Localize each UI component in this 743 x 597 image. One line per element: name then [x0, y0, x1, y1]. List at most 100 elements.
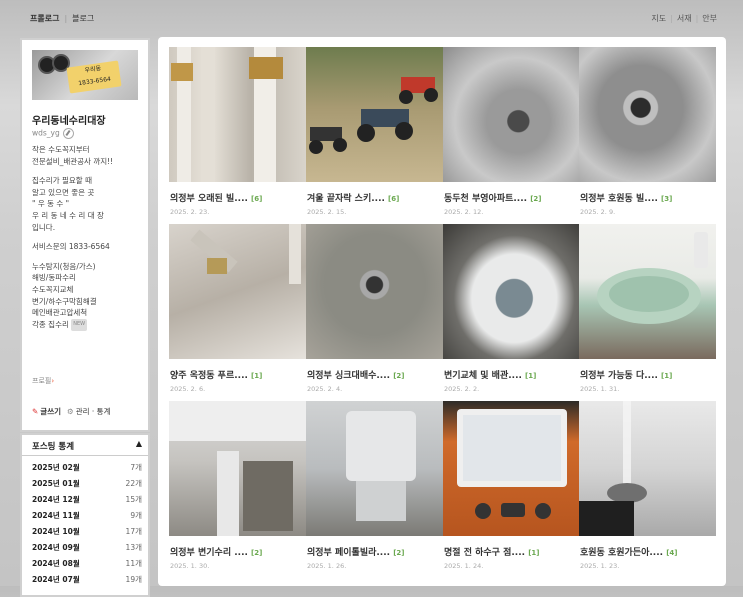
- post-thumbnail[interactable]: [306, 401, 443, 536]
- blog-menu: 프롤로그 | 블로그: [30, 13, 94, 24]
- toilet-tank-image: [169, 401, 306, 536]
- post-thumbnail[interactable]: [306, 224, 443, 359]
- blog-tab[interactable]: 블로그: [72, 14, 94, 23]
- post-card[interactable]: 겨울 끝자락 스키.... [6] 2025. 2. 15.: [306, 47, 443, 222]
- intro-line: 변기/하수구막힘해결: [32, 296, 97, 306]
- post-title: 의정부 호원동 빌....: [580, 194, 658, 204]
- stats-row[interactable]: 2024년 08월 11개: [32, 558, 142, 574]
- rc-car-image: [309, 77, 438, 154]
- pen-icon: ✎: [32, 407, 39, 416]
- post-thumbnail[interactable]: [306, 47, 443, 182]
- write-manage-row: ✎ 글쓰기 ⚙ 관리 · 통계: [32, 406, 111, 417]
- post-thumbnail[interactable]: [169, 47, 306, 182]
- post-card[interactable]: 의정부 가능동 다.... [1] 2025. 1. 31.: [579, 224, 716, 399]
- profile-intro: 작은 수도꼭지부터 전문설비_배관공사 까지!! 집수리가 필요할 때 알고 있…: [32, 144, 142, 331]
- post-thumbnail[interactable]: [579, 47, 716, 182]
- write-button[interactable]: 글쓰기: [40, 407, 61, 416]
- stats-row[interactable]: 2024년 07월 19개: [32, 574, 142, 590]
- stats-row[interactable]: 2024년 09월 13개: [32, 542, 142, 558]
- prologue-tab[interactable]: 프롤로그: [30, 14, 59, 23]
- post-title: 의정부 가능동 다....: [580, 371, 658, 381]
- post-card[interactable]: 의정부 오래된 빌.... [6] 2025. 2. 23.: [169, 47, 306, 222]
- post-title-row[interactable]: 양주 옥정동 푸르.... [1]: [170, 368, 305, 381]
- intro-line: 메인배관고압세척: [32, 308, 88, 318]
- intro-line: " 우 동 수 ": [32, 199, 70, 209]
- post-card[interactable]: 명절 전 하수구 점.... [1] 2025. 1. 24.: [443, 401, 580, 576]
- collapse-toggle-icon[interactable]: ▲: [136, 439, 142, 448]
- comment-count: [2]: [393, 549, 405, 557]
- intro-line: 서비스문의 1833-6564: [32, 242, 110, 252]
- intro-line: 입니다.: [32, 222, 56, 232]
- stats-count: 13개: [125, 543, 142, 552]
- post-card[interactable]: 의정부 싱크대배수.... [2] 2025. 2. 4.: [306, 224, 443, 399]
- post-thumbnail[interactable]: [443, 401, 580, 536]
- post-title: 의정부 변기수리 ....: [170, 548, 248, 558]
- edit-icon[interactable]: [62, 128, 74, 139]
- blog-name[interactable]: 우리동네수리대장: [32, 112, 106, 127]
- comment-count: [4]: [666, 549, 678, 557]
- stats-row[interactable]: 2025년 02월 7개: [32, 462, 142, 478]
- stats-row[interactable]: 2024년 12월 15개: [32, 494, 142, 510]
- post-title-row[interactable]: 의정부 가능동 다.... [1]: [580, 368, 715, 381]
- intro-spacer: [32, 167, 142, 175]
- comment-count: [1]: [251, 372, 263, 380]
- faucet-image: [190, 224, 301, 284]
- post-card[interactable]: 의정부 변기수리 .... [2] 2025. 1. 30.: [169, 401, 306, 576]
- map-link[interactable]: 지도: [651, 14, 666, 23]
- stats-row[interactable]: 2024년 10월 17개: [32, 526, 142, 542]
- menu-divider: |: [64, 14, 68, 23]
- post-title: 의정부 싱크대배수....: [307, 371, 391, 381]
- post-card[interactable]: 의정부 호원동 빌.... [3] 2025. 2. 9.: [579, 47, 716, 222]
- stats-month: 2024년 09월: [32, 543, 80, 552]
- intro-line: 전문설비_배관공사 까지!!: [32, 156, 114, 166]
- post-title-row[interactable]: 호원동 호원가든아.... [4]: [580, 545, 715, 558]
- post-card[interactable]: 양주 옥정동 푸르.... [1] 2025. 2. 6.: [169, 224, 306, 399]
- post-title-row[interactable]: 의정부 싱크대배수.... [2]: [307, 368, 442, 381]
- stats-month: 2024년 12월: [32, 495, 80, 504]
- post-thumbnail[interactable]: [579, 401, 716, 536]
- post-title-row[interactable]: 겨울 끝자락 스키.... [6]: [307, 191, 442, 204]
- post-date: 2025. 1. 31.: [580, 385, 620, 393]
- profile-link[interactable]: 프로필›: [32, 376, 54, 386]
- intro-line: 알고 있으면 좋은 곳: [32, 187, 95, 197]
- post-title-row[interactable]: 의정부 변기수리 .... [2]: [170, 545, 305, 558]
- post-title-row[interactable]: 의정부 오래된 빌.... [6]: [170, 191, 305, 204]
- manage-stats-button[interactable]: 관리 · 통계: [76, 407, 111, 416]
- utility-menu: 지도 | 서재 | 안부: [651, 13, 717, 24]
- post-title-row[interactable]: 의정부 호원동 빌.... [3]: [580, 191, 715, 204]
- comment-count: [2]: [530, 195, 542, 203]
- sidebar: 우리동 1833-6564 우리동네수리대장 wds_yg 작은 수도꼭지부터 …: [20, 38, 150, 597]
- post-title: 겨울 끝자락 스키....: [307, 194, 385, 204]
- post-card[interactable]: 변기교체 및 배관.... [1] 2025. 2. 2.: [443, 224, 580, 399]
- profile-image[interactable]: 우리동 1833-6564: [32, 50, 138, 100]
- post-thumbnail[interactable]: [443, 47, 580, 182]
- guestbook-link[interactable]: 안부: [702, 14, 717, 23]
- post-thumbnail[interactable]: [579, 224, 716, 359]
- intro-line: 작은 수도꼭지부터: [32, 145, 90, 154]
- post-card[interactable]: 의정부 페이톨빌라.... [2] 2025. 1. 26.: [306, 401, 443, 576]
- stats-row[interactable]: 2025년 01월 22개: [32, 478, 142, 494]
- inspection-camera-image: [457, 409, 567, 519]
- pipe-image: [171, 47, 283, 182]
- stats-title: 포스팅 통계: [32, 442, 75, 452]
- stats-row[interactable]: 2024년 11월 9개: [32, 510, 142, 526]
- comment-count: [6]: [388, 195, 400, 203]
- post-title-row[interactable]: 동두천 부영아파트.... [2]: [444, 191, 579, 204]
- post-thumbnail[interactable]: [169, 224, 306, 359]
- post-thumbnail[interactable]: [443, 224, 580, 359]
- post-title-row[interactable]: 변기교체 및 배관.... [1]: [444, 368, 579, 381]
- comment-count: [1]: [525, 372, 537, 380]
- intro-line: 누수탐지(청음/가스): [32, 261, 96, 271]
- profile-card: 우리동 1833-6564 우리동네수리대장 wds_yg 작은 수도꼭지부터 …: [20, 38, 150, 432]
- blog-id-row: wds_yg: [32, 128, 74, 139]
- post-title-row[interactable]: 의정부 페이톨빌라.... [2]: [307, 545, 442, 558]
- library-link[interactable]: 서재: [677, 14, 692, 23]
- stats-count: 15개: [125, 495, 142, 504]
- post-thumbnail[interactable]: [169, 401, 306, 536]
- post-card[interactable]: 호원동 호원가든아.... [4] 2025. 1. 23.: [579, 401, 716, 576]
- post-card[interactable]: 동두천 부영아파트.... [2] 2025. 2. 12.: [443, 47, 580, 222]
- post-title-row[interactable]: 명절 전 하수구 점.... [1]: [444, 545, 579, 558]
- stats-count: 7개: [130, 463, 142, 472]
- post-date: 2025. 2. 2.: [444, 385, 480, 393]
- post-title: 명절 전 하수구 점....: [444, 548, 526, 558]
